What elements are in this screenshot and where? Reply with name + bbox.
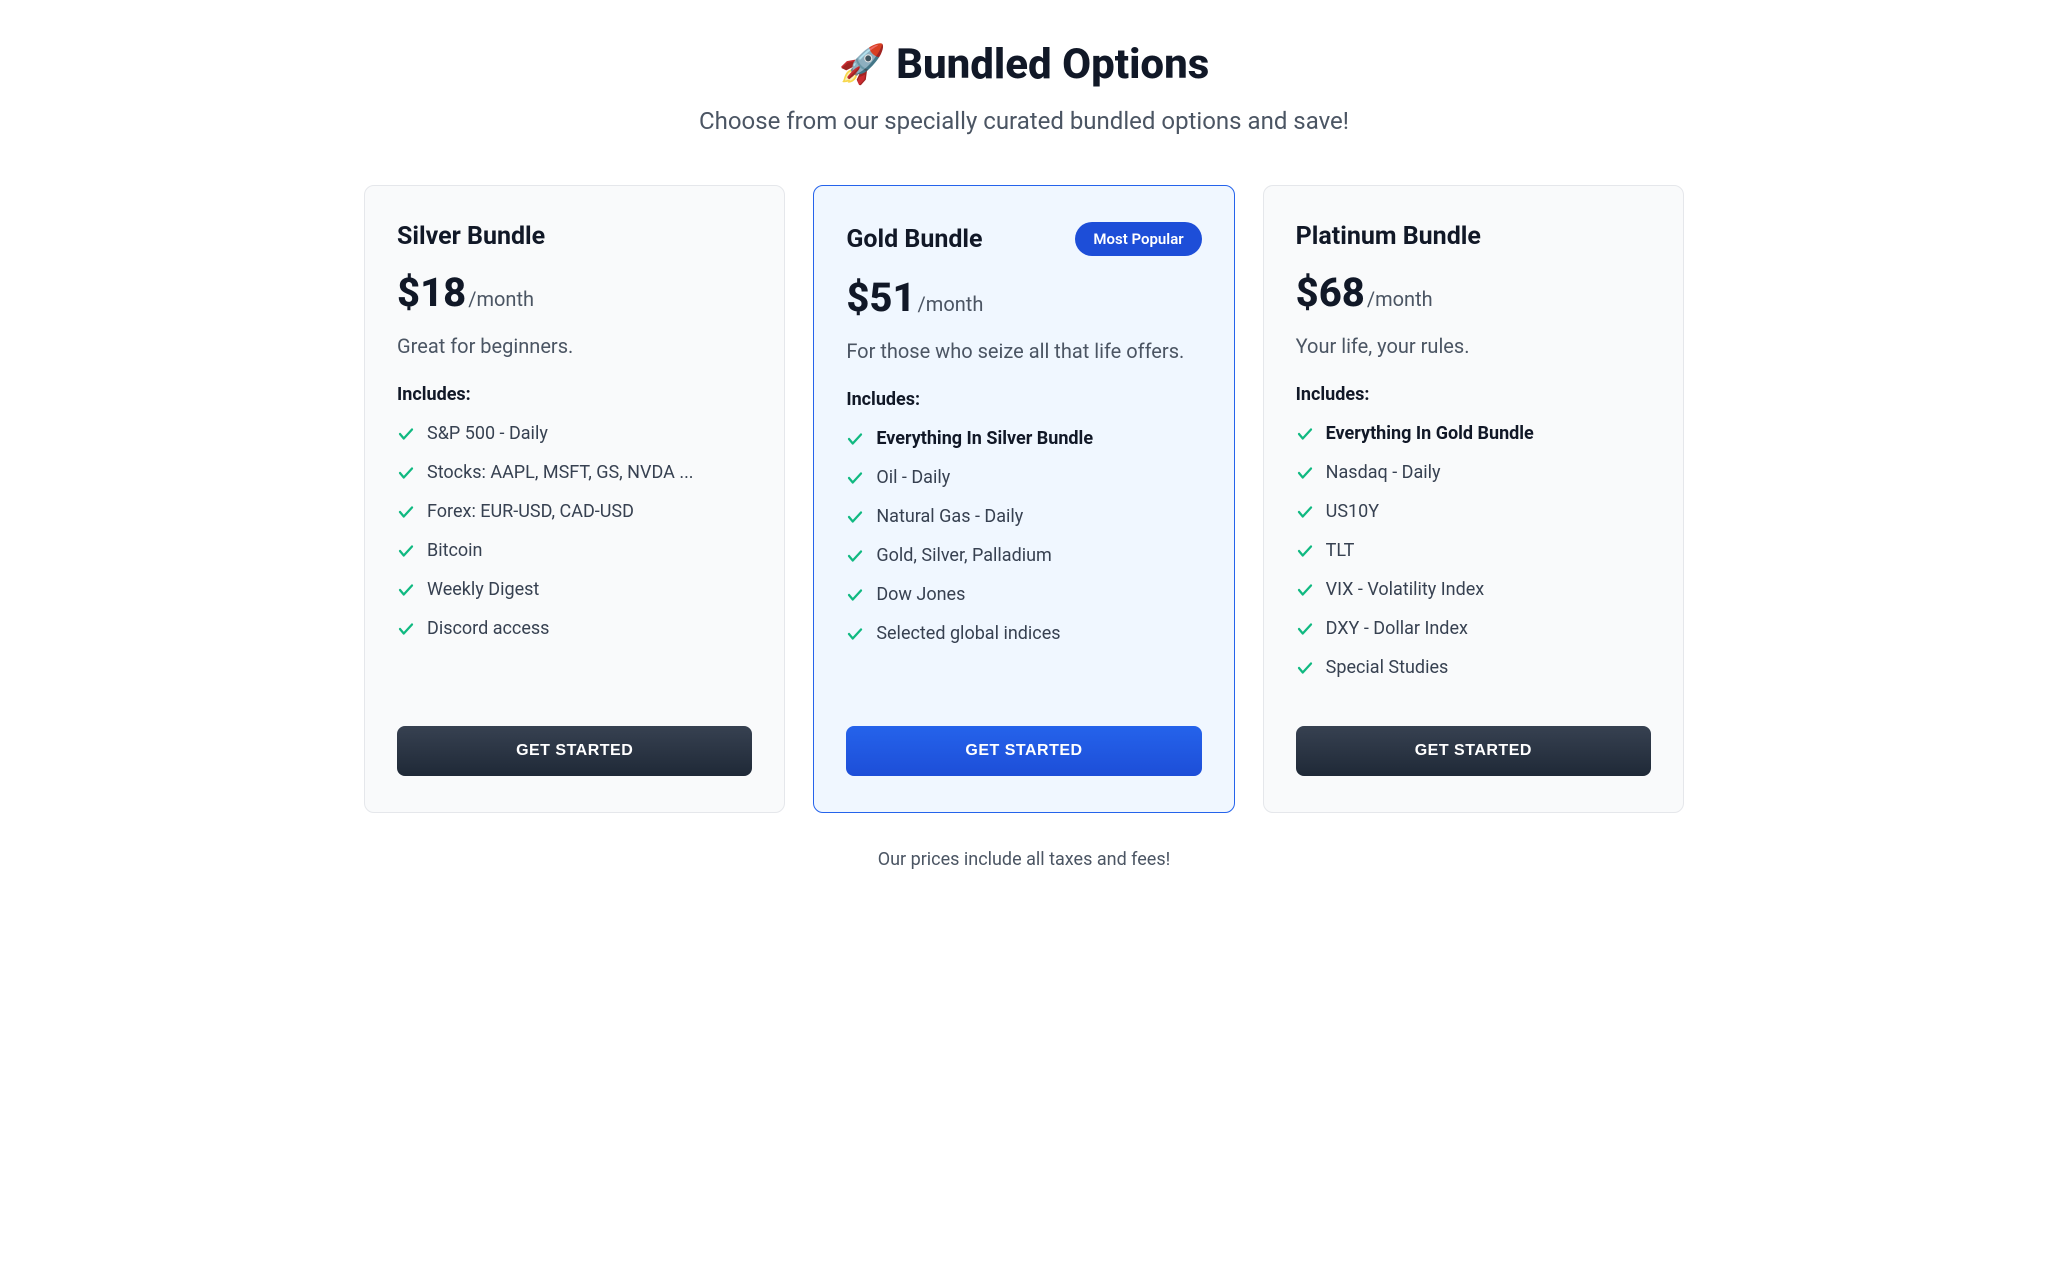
get-started-button[interactable]: GET STARTED: [1296, 726, 1651, 776]
feature-item: Forex: EUR-USD, CAD-USD: [397, 501, 752, 522]
feature-item: Selected global indices: [846, 623, 1201, 644]
feature-item: DXY - Dollar Index: [1296, 618, 1651, 639]
check-icon: [397, 464, 415, 482]
feature-text: Everything In Silver Bundle: [876, 428, 1093, 449]
rocket-icon: 🚀: [839, 43, 886, 87]
feature-item: Everything In Silver Bundle: [846, 428, 1201, 449]
check-icon: [397, 425, 415, 443]
feature-item: Weekly Digest: [397, 579, 752, 600]
bundle-description: Your life, your rules.: [1296, 332, 1651, 360]
pricing-card: Gold Bundle Most Popular $51/month For thos…: [813, 185, 1234, 813]
check-icon: [1296, 659, 1314, 677]
feature-text: Gold, Silver, Palladium: [876, 545, 1052, 566]
feature-text: DXY - Dollar Index: [1326, 618, 1468, 639]
feature-text: Special Studies: [1326, 657, 1449, 678]
title-text: Bundled Options: [896, 40, 1209, 89]
check-icon: [1296, 620, 1314, 638]
feature-item: Dow Jones: [846, 584, 1201, 605]
check-icon: [1296, 425, 1314, 443]
includes-label: Includes:: [1296, 384, 1651, 405]
check-icon: [846, 430, 864, 448]
feature-text: Selected global indices: [876, 623, 1060, 644]
footer-note: Our prices include all taxes and fees!: [364, 849, 1684, 870]
price-period: /month: [918, 292, 984, 316]
feature-item: Discord access: [397, 618, 752, 639]
pricing-container: 🚀 Bundled Options Choose from our specia…: [364, 40, 1684, 870]
card-header: Platinum Bundle: [1296, 222, 1651, 251]
feature-list: Everything In Gold Bundle Nasdaq - Daily U…: [1296, 423, 1651, 696]
check-icon: [397, 620, 415, 638]
check-icon: [846, 586, 864, 604]
price: $18: [397, 269, 466, 316]
feature-item: Oil - Daily: [846, 467, 1201, 488]
check-icon: [1296, 542, 1314, 560]
bundle-name: Silver Bundle: [397, 222, 545, 251]
feature-list: S&P 500 - Daily Stocks: AAPL, MSFT, GS, N…: [397, 423, 752, 696]
feature-text: Dow Jones: [876, 584, 965, 605]
feature-item: Everything In Gold Bundle: [1296, 423, 1651, 444]
page-title: 🚀 Bundled Options: [364, 40, 1684, 89]
feature-text: US10Y: [1326, 501, 1379, 522]
price: $51: [846, 274, 915, 321]
feature-text: Oil - Daily: [876, 467, 950, 488]
includes-label: Includes:: [846, 389, 1201, 410]
check-icon: [1296, 464, 1314, 482]
get-started-button[interactable]: GET STARTED: [846, 726, 1201, 776]
bundle-name: Gold Bundle: [846, 225, 982, 254]
price-row: $51/month: [846, 274, 1201, 321]
feature-item: S&P 500 - Daily: [397, 423, 752, 444]
feature-item: Bitcoin: [397, 540, 752, 561]
popular-badge: Most Popular: [1075, 222, 1201, 256]
feature-text: Weekly Digest: [427, 579, 539, 600]
feature-text: Discord access: [427, 618, 549, 639]
feature-list: Everything In Silver Bundle Oil - Daily Na…: [846, 428, 1201, 696]
price: $68: [1296, 269, 1365, 316]
get-started-button[interactable]: GET STARTED: [397, 726, 752, 776]
feature-text: Natural Gas - Daily: [876, 506, 1023, 527]
check-icon: [397, 503, 415, 521]
feature-item: Stocks: AAPL, MSFT, GS, NVDA ...: [397, 462, 752, 483]
feature-text: Everything In Gold Bundle: [1326, 423, 1534, 444]
feature-item: Nasdaq - Daily: [1296, 462, 1651, 483]
check-icon: [846, 469, 864, 487]
bundle-description: Great for beginners.: [397, 332, 752, 360]
bundle-description: For those who seize all that life offers…: [846, 337, 1201, 365]
check-icon: [397, 542, 415, 560]
check-icon: [397, 581, 415, 599]
check-icon: [846, 547, 864, 565]
price-period: /month: [468, 287, 534, 311]
feature-item: Gold, Silver, Palladium: [846, 545, 1201, 566]
feature-item: Natural Gas - Daily: [846, 506, 1201, 527]
price-row: $68/month: [1296, 269, 1651, 316]
feature-item: US10Y: [1296, 501, 1651, 522]
pricing-cards: Silver Bundle $18/month Great for beginner…: [364, 185, 1684, 813]
price-period: /month: [1367, 287, 1433, 311]
pricing-header: 🚀 Bundled Options Choose from our specia…: [364, 40, 1684, 135]
feature-item: Special Studies: [1296, 657, 1651, 678]
feature-item: TLT: [1296, 540, 1651, 561]
check-icon: [846, 625, 864, 643]
check-icon: [846, 508, 864, 526]
feature-item: VIX - Volatility Index: [1296, 579, 1651, 600]
includes-label: Includes:: [397, 384, 752, 405]
feature-text: Bitcoin: [427, 540, 483, 561]
feature-text: S&P 500 - Daily: [427, 423, 548, 444]
pricing-card: Platinum Bundle $68/month Your life, your …: [1263, 185, 1684, 813]
card-header: Gold Bundle Most Popular: [846, 222, 1201, 256]
feature-text: VIX - Volatility Index: [1326, 579, 1485, 600]
check-icon: [1296, 581, 1314, 599]
check-icon: [1296, 503, 1314, 521]
feature-text: TLT: [1326, 540, 1355, 561]
price-row: $18/month: [397, 269, 752, 316]
bundle-name: Platinum Bundle: [1296, 222, 1481, 251]
feature-text: Stocks: AAPL, MSFT, GS, NVDA ...: [427, 462, 694, 483]
card-header: Silver Bundle: [397, 222, 752, 251]
page-subtitle: Choose from our specially curated bundle…: [364, 107, 1684, 135]
feature-text: Nasdaq - Daily: [1326, 462, 1441, 483]
feature-text: Forex: EUR-USD, CAD-USD: [427, 501, 634, 522]
pricing-card: Silver Bundle $18/month Great for beginner…: [364, 185, 785, 813]
